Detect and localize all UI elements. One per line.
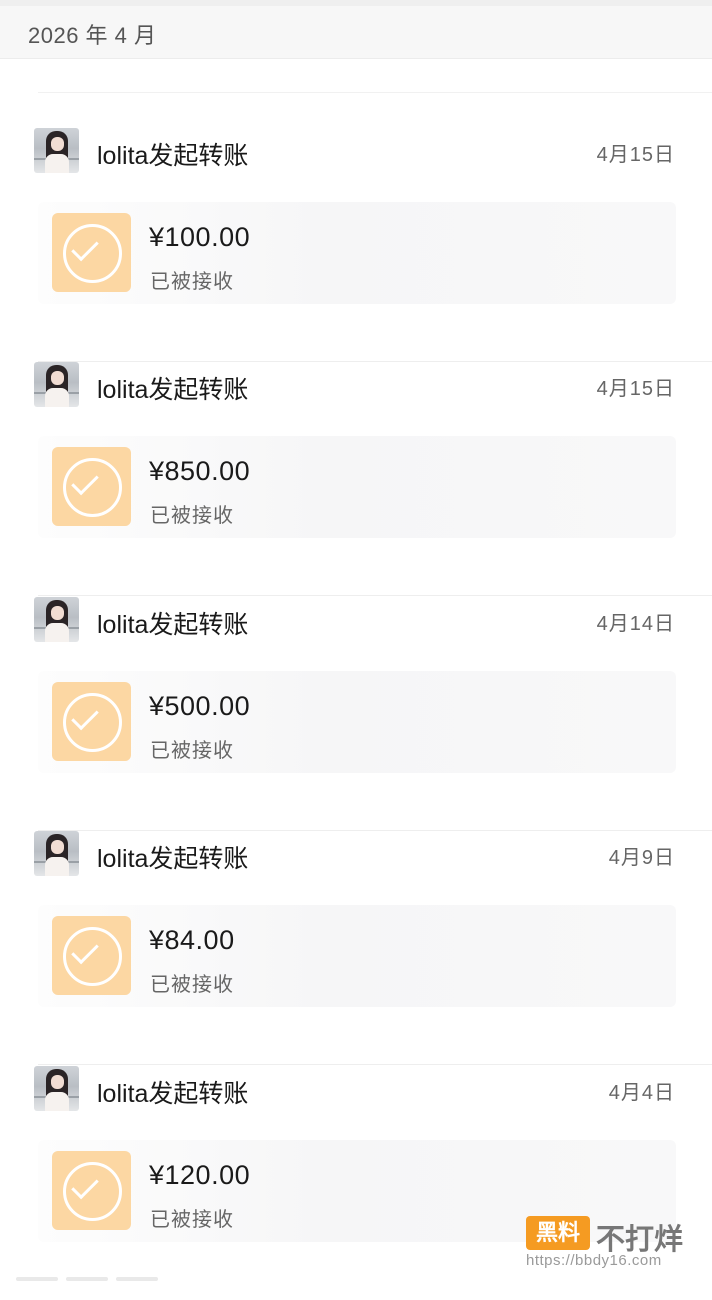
watermark-url: https://bbdy16.com xyxy=(526,1252,662,1269)
avatar[interactable] xyxy=(34,831,79,876)
transfer-status: 已被接收 xyxy=(150,271,234,293)
watermark: 黑料 不打烊 https://bbdy16.com xyxy=(526,1216,698,1272)
record-date: 4月9日 xyxy=(608,847,675,869)
transfer-card[interactable]: ¥100.00 已被接收 xyxy=(38,202,676,304)
watermark-badge: 黑料 xyxy=(526,1216,590,1250)
transfer-record[interactable]: lolita发起转账 4月15日 ¥850.00 已被接收 xyxy=(0,362,712,596)
transfer-status: 已被接收 xyxy=(150,740,234,762)
transfer-status: 已被接收 xyxy=(150,1209,234,1231)
record-title: lolita发起转账 xyxy=(97,142,249,170)
transfer-amount: ¥100.00 xyxy=(149,222,251,252)
record-date: 4月4日 xyxy=(608,1082,675,1104)
avatar[interactable] xyxy=(34,1066,79,1111)
record-title: lolita发起转账 xyxy=(97,611,249,639)
check-circle-icon xyxy=(52,213,131,292)
divider xyxy=(38,1064,712,1065)
divider xyxy=(38,595,712,596)
transfer-amount: ¥500.00 xyxy=(149,691,251,721)
transfer-amount: ¥850.00 xyxy=(149,456,251,486)
check-circle-icon xyxy=(52,447,131,526)
divider xyxy=(38,92,712,93)
transfer-record[interactable]: lolita发起转账 4月9日 ¥84.00 已被接收 xyxy=(0,831,712,1065)
transfer-record[interactable]: lolita发起转账 4月14日 ¥500.00 已被接收 xyxy=(0,597,712,831)
record-date: 4月14日 xyxy=(596,613,675,635)
transfer-record[interactable]: lolita发起转账 4月15日 ¥100.00 已被接收 xyxy=(0,128,712,362)
record-title: lolita发起转账 xyxy=(97,1080,249,1108)
check-circle-icon xyxy=(52,916,131,995)
avatar[interactable] xyxy=(34,597,79,642)
month-header: 2026 年 4 月 xyxy=(0,6,712,59)
transfer-amount: ¥120.00 xyxy=(149,1160,251,1190)
transfer-card[interactable]: ¥500.00 已被接收 xyxy=(38,671,676,773)
transfer-amount: ¥84.00 xyxy=(149,925,235,955)
record-date: 4月15日 xyxy=(596,378,675,400)
month-title: 2026 年 4 月 xyxy=(28,23,157,48)
transfer-card[interactable]: ¥850.00 已被接收 xyxy=(38,436,676,538)
avatar[interactable] xyxy=(34,362,79,407)
check-circle-icon xyxy=(52,682,131,761)
transfer-card[interactable]: ¥84.00 已被接收 xyxy=(38,905,676,1007)
transfer-status: 已被接收 xyxy=(150,974,234,996)
transfer-status: 已被接收 xyxy=(150,505,234,527)
record-title: lolita发起转账 xyxy=(97,376,249,404)
scroll-indicator xyxy=(16,1268,216,1281)
record-title: lolita发起转账 xyxy=(97,845,249,873)
record-date: 4月15日 xyxy=(596,144,675,166)
check-circle-icon xyxy=(52,1151,131,1230)
avatar[interactable] xyxy=(34,128,79,173)
